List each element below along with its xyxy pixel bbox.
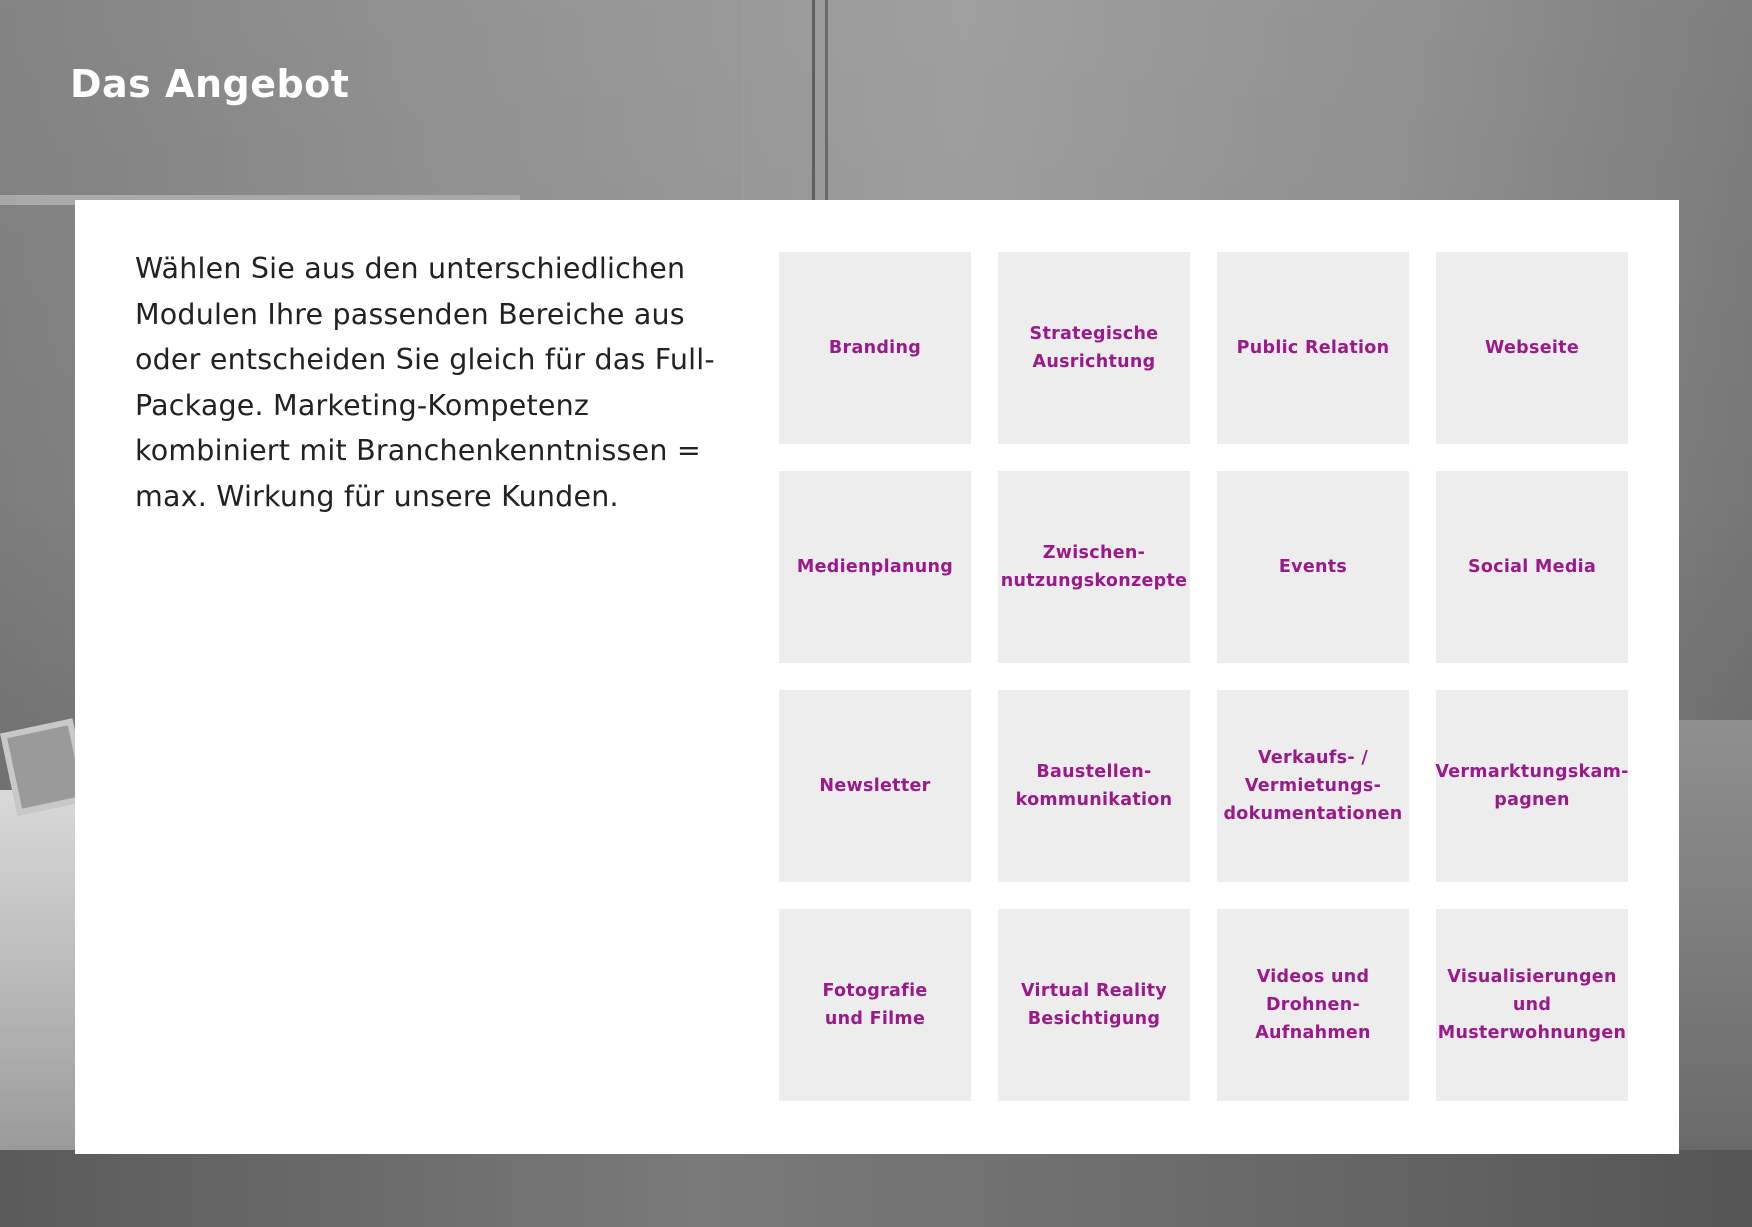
module-label: Baustellen- kommunikation — [1015, 762, 1173, 810]
background-detail — [742, 0, 744, 210]
module-label: Branding — [828, 338, 922, 358]
module-label: Medienplanung — [796, 557, 954, 577]
module-label: Visualisierungen und Musterwohnungen — [1437, 967, 1627, 1043]
module-label: Strategische Ausrichtung — [1029, 324, 1159, 372]
module-tile-branding[interactable]: Branding — [779, 252, 971, 444]
module-label: Vermarktungskam- pagnen — [1435, 762, 1629, 810]
module-tile-vermarktungskampagnen[interactable]: Vermarktungskam- pagnen — [1435, 690, 1628, 882]
module-tile-visualisierungen[interactable]: Visualisierungen und Musterwohnungen — [1436, 909, 1628, 1101]
module-tile-baustellenkommunikation[interactable]: Baustellen- kommunikation — [998, 690, 1190, 882]
module-label: Events — [1278, 557, 1348, 577]
module-tile-fotografie-und-filme[interactable]: Fotografie und Filme — [779, 909, 971, 1101]
intro-text: Wählen Sie aus den unterschiedlichen Mod… — [135, 252, 715, 513]
module-label: Public Relation — [1236, 338, 1390, 358]
module-label: Zwischen- nutzungskonzepte — [1000, 543, 1188, 591]
module-label: Fotografie und Filme — [822, 981, 928, 1029]
module-tile-webseite[interactable]: Webseite — [1436, 252, 1628, 444]
module-label: Social Media — [1467, 557, 1597, 577]
module-tile-social-media[interactable]: Social Media — [1436, 471, 1628, 663]
module-label: Newsletter — [819, 776, 931, 796]
module-tile-public-relation[interactable]: Public Relation — [1217, 252, 1409, 444]
background-detail — [1678, 720, 1752, 1150]
module-tile-events[interactable]: Events — [1217, 471, 1409, 663]
module-label: Webseite — [1485, 338, 1579, 358]
page-title: Das Angebot — [70, 62, 350, 106]
module-tile-verkaufsdokumentationen[interactable]: Verkaufs- / Vermietungs- dokumentationen — [1217, 690, 1409, 882]
module-tile-medienplanung[interactable]: Medienplanung — [779, 471, 971, 663]
module-tile-videos-drohnen[interactable]: Videos und Drohnen- Aufnahmen — [1217, 909, 1409, 1101]
background-detail — [0, 790, 75, 1150]
module-tile-zwischennutzungskonzepte[interactable]: Zwischen- nutzungskonzepte — [998, 471, 1190, 663]
background-detail — [0, 1150, 1752, 1227]
module-label: Videos und Drohnen- Aufnahmen — [1255, 967, 1371, 1043]
module-tile-virtual-reality[interactable]: Virtual Reality Besichtigung — [998, 909, 1190, 1101]
module-label: Verkaufs- / Vermietungs- dokumentationen — [1223, 748, 1403, 824]
background-detail — [812, 0, 815, 210]
module-tile-newsletter[interactable]: Newsletter — [779, 690, 971, 882]
module-label: Virtual Reality Besichtigung — [1020, 981, 1167, 1029]
module-grid: Branding Strategische Ausrichtung Public… — [779, 252, 1628, 1101]
content-panel: Wählen Sie aus den unterschiedlichen Mod… — [75, 200, 1679, 1154]
module-tile-strategische-ausrichtung[interactable]: Strategische Ausrichtung — [998, 252, 1190, 444]
background-detail — [825, 0, 828, 210]
